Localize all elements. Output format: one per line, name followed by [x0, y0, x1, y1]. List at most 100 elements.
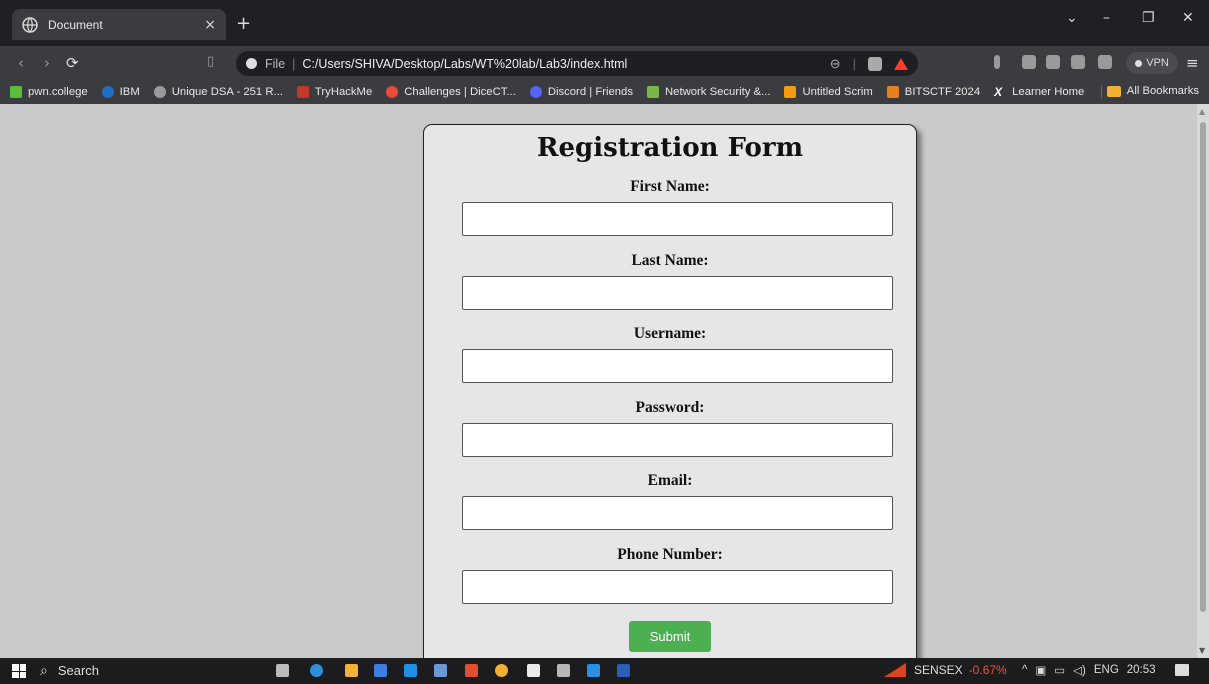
bookmark-learner-home[interactable]: X Learner Home — [994, 86, 1084, 98]
bookmark-page-icon[interactable]: ▯ — [207, 54, 214, 69]
bookmark-bitsctf[interactable]: BITSCTF 2024 — [886, 86, 980, 98]
windows-start-icon[interactable] — [12, 664, 26, 678]
notepad-icon[interactable] — [527, 664, 540, 677]
form-title: Registration Form — [536, 133, 804, 163]
zoom-icon[interactable]: ⊖ — [830, 56, 841, 72]
password-label: Password: — [635, 399, 705, 416]
windows-taskbar: ⌕ Search SENSEX -0.67% ^ ▣ ▭ ◁) ENG 20:5… — [0, 658, 1209, 684]
network-security-icon — [647, 86, 659, 98]
globe-icon — [153, 86, 166, 98]
close-window-button[interactable]: ✕ — [1182, 10, 1194, 26]
tab-strip: Document × + ⌄ – ❐ ✕ — [0, 0, 1209, 46]
bookmark-tryhackme[interactable]: TryHackMe — [296, 86, 372, 98]
tab-search-icon[interactable]: ⌄ — [1066, 10, 1078, 26]
word-icon[interactable] — [617, 664, 630, 677]
system-tray: ^ ▣ ▭ ◁) ENG 20:53 — [1022, 663, 1156, 677]
all-bookmarks-button[interactable]: All Bookmarks — [1106, 85, 1199, 97]
password-input[interactable] — [462, 423, 893, 457]
tab-document[interactable]: Document × — [12, 9, 226, 40]
extension-pin-icon[interactable] — [1022, 55, 1036, 69]
pwn-college-icon — [10, 86, 22, 98]
browser-toolbar: ‹ › ⟳ ▯ File | C:/Users/SHIVA/Desktop/La… — [0, 46, 1209, 80]
url-text: C:/Users/SHIVA/Desktop/Labs/WT%20lab/Lab… — [302, 56, 628, 71]
bookmark-pwn-college[interactable]: pwn.college — [10, 86, 88, 98]
volume-icon[interactable]: ◁) — [1073, 663, 1086, 677]
vpn-button[interactable]: VPN — [1126, 52, 1178, 74]
email-label: Email: — [647, 472, 693, 489]
back-icon[interactable]: ‹ — [18, 54, 24, 72]
bookmark-discord[interactable]: Discord | Friends — [529, 86, 633, 98]
globe-icon — [22, 16, 38, 33]
minimize-button[interactable]: – — [1103, 10, 1110, 26]
chevron-up-icon[interactable]: ^ — [1022, 664, 1027, 676]
bookmark-ibm[interactable]: IBM — [101, 86, 140, 98]
new-tab-button[interactable]: + — [236, 13, 251, 34]
extension-icon[interactable] — [994, 55, 1000, 69]
address-bar[interactable]: File | C:/Users/SHIVA/Desktop/Labs/WT%20… — [236, 51, 918, 76]
edx-icon: X — [994, 85, 1003, 99]
language-indicator[interactable]: ENG — [1094, 664, 1119, 676]
stock-ticker[interactable]: SENSEX -0.67% — [884, 663, 1007, 677]
bitsctf-icon — [886, 86, 899, 98]
keyboard-icon[interactable] — [434, 664, 447, 677]
bookmarks-bar: pwn.college IBM Unique DSA - 251 R... Tr… — [0, 80, 1209, 104]
brave-rewards-icon[interactable] — [894, 57, 908, 70]
submit-button[interactable]: Submit — [629, 621, 711, 652]
vpn-label: VPN — [1146, 57, 1169, 69]
url-separator: | — [292, 56, 296, 71]
store-icon[interactable] — [374, 664, 387, 677]
brave-shields-icon[interactable] — [868, 56, 882, 71]
vertical-scrollbar[interactable]: ▲ ▼ — [1197, 104, 1209, 658]
task-view-icon[interactable] — [276, 664, 289, 677]
page-viewport: Registration Form First Name: Last Name:… — [0, 104, 1209, 658]
vpn-status-icon — [1135, 59, 1143, 67]
bookmark-dicectf[interactable]: Challenges | DiceCT... — [386, 86, 516, 98]
dicectf-icon — [386, 86, 399, 98]
terminal-icon[interactable] — [557, 664, 570, 677]
menu-icon[interactable]: ≡ — [1186, 54, 1199, 72]
email-input[interactable] — [462, 496, 893, 530]
scrollbar-thumb[interactable] — [1200, 122, 1206, 612]
forward-icon[interactable]: › — [44, 54, 50, 72]
taskbar-search-label: Search — [57, 663, 100, 678]
stock-down-icon — [884, 663, 906, 677]
phone-number-input[interactable] — [462, 570, 893, 604]
notification-icon[interactable] — [1175, 664, 1189, 676]
url-scheme-label: File — [265, 56, 286, 71]
ticker-name: SENSEX — [914, 663, 963, 677]
sidebar-icon[interactable] — [1071, 55, 1085, 69]
bookmark-untitled-scrim[interactable]: Untitled Scrim — [784, 86, 873, 98]
file-explorer-icon[interactable] — [345, 664, 358, 677]
tray-app-icon[interactable]: ▣ — [1035, 663, 1046, 677]
last-name-input[interactable] — [462, 276, 893, 310]
bookmark-unique-dsa[interactable]: Unique DSA - 251 R... — [153, 86, 283, 98]
tab-close-icon[interactable]: × — [204, 17, 216, 33]
username-label: Username: — [633, 325, 707, 342]
reload-icon[interactable]: ⟳ — [66, 54, 79, 72]
taskbar-search[interactable]: ⌕ Search — [40, 662, 99, 679]
vscode-icon[interactable] — [587, 664, 600, 677]
bookmark-network-security[interactable]: Network Security &... — [647, 86, 770, 98]
tab-title: Document — [48, 17, 103, 32]
site-info-icon[interactable] — [246, 58, 257, 69]
wallet-icon[interactable] — [1098, 55, 1112, 69]
battery-icon[interactable]: ▭ — [1054, 663, 1065, 677]
edge-icon[interactable] — [310, 664, 323, 677]
clock[interactable]: 20:53 — [1127, 664, 1156, 676]
scroll-up-icon[interactable]: ▲ — [1199, 107, 1205, 116]
folder-icon — [1106, 85, 1121, 97]
username-input[interactable] — [462, 349, 893, 383]
bookmarks-divider — [1101, 85, 1102, 99]
maximize-button[interactable]: ❐ — [1142, 10, 1155, 26]
mail-icon[interactable] — [404, 664, 417, 677]
chrome-icon[interactable] — [495, 664, 508, 677]
last-name-label: Last Name: — [631, 252, 709, 269]
first-name-input[interactable] — [462, 202, 893, 236]
extensions-puzzle-icon[interactable] — [1046, 55, 1060, 69]
tryhackme-icon — [296, 86, 309, 98]
brave-icon[interactable] — [465, 664, 478, 677]
first-name-label: First Name: — [630, 178, 710, 195]
scroll-down-icon[interactable]: ▼ — [1199, 646, 1205, 655]
ibm-icon — [101, 86, 114, 98]
search-icon: ⌕ — [40, 662, 48, 678]
